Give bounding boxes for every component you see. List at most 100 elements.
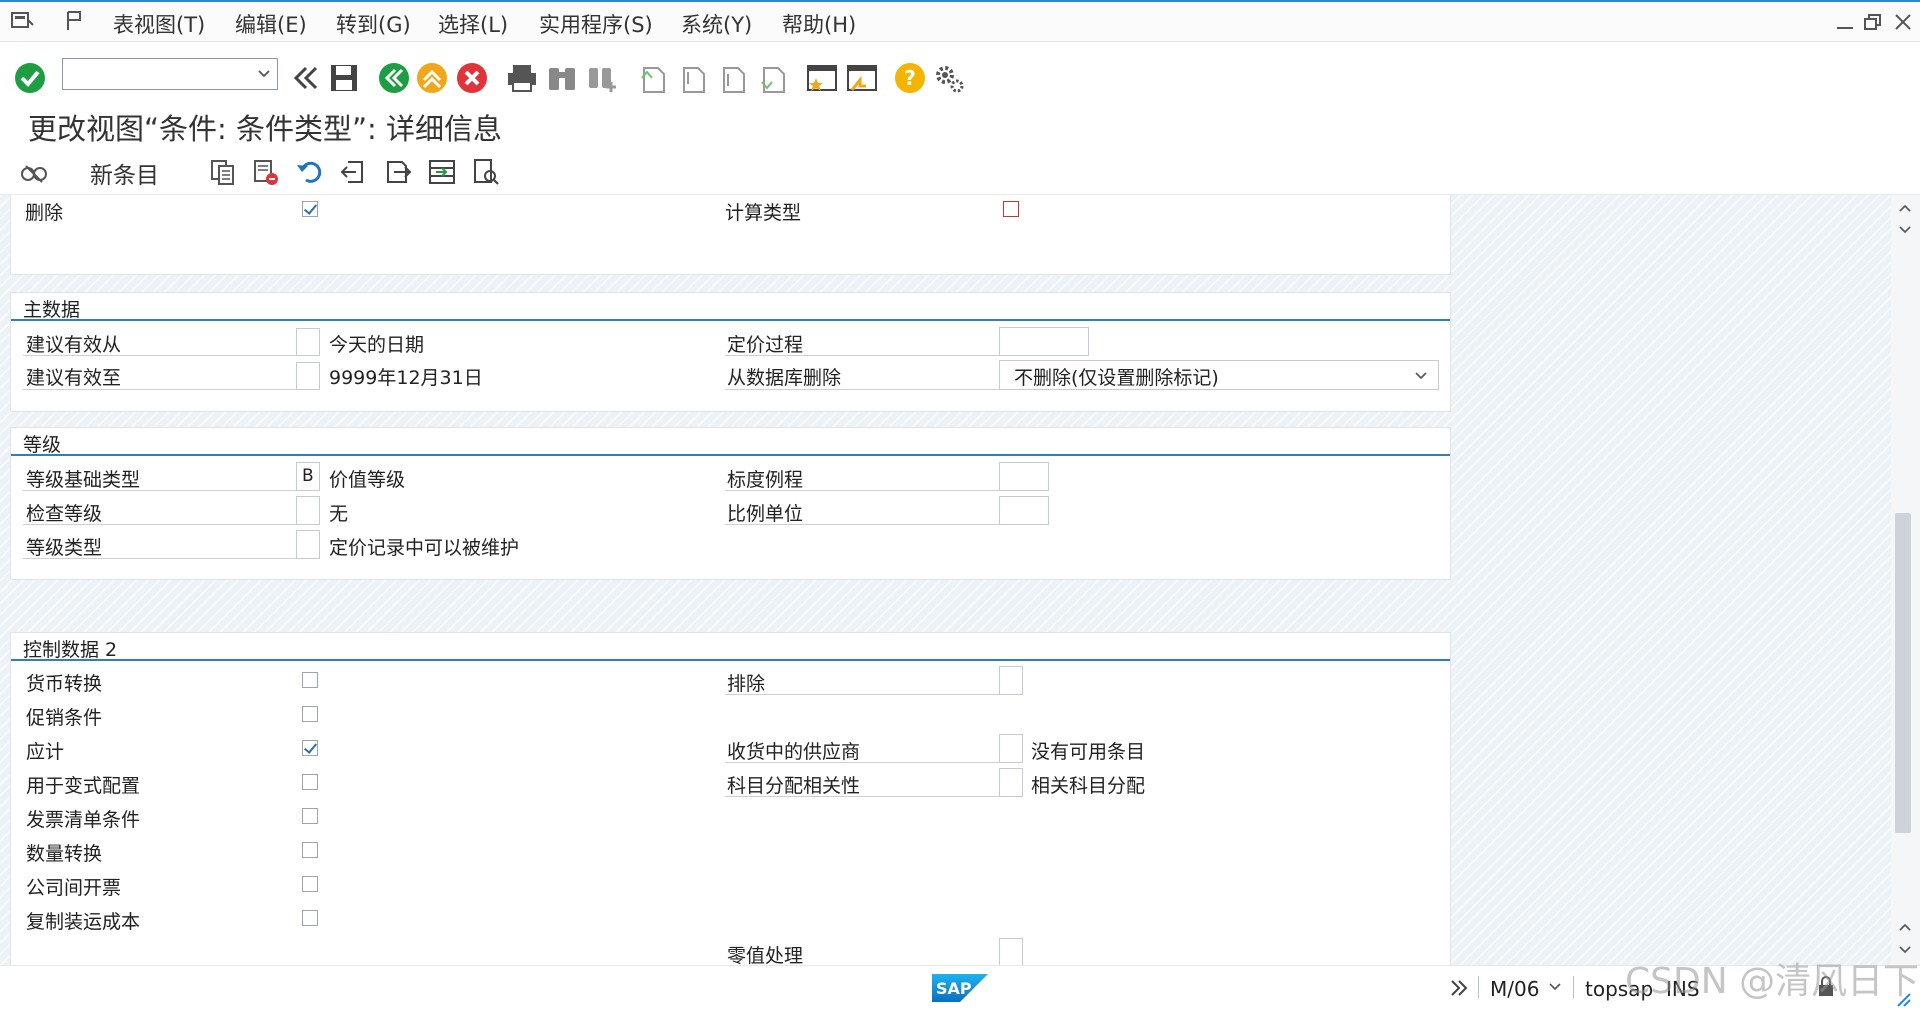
chevron-down-icon[interactable] — [1414, 369, 1428, 383]
exclusion-field[interactable] — [999, 666, 1023, 695]
delete-row-icon[interactable] — [250, 156, 282, 188]
delete-label: 删除 — [25, 202, 64, 224]
transaction-code[interactable]: M/06 — [1490, 977, 1539, 1001]
enter-check-icon[interactable] — [12, 60, 48, 96]
menu-goto[interactable]: 转到(G) — [336, 9, 411, 39]
save-icon[interactable] — [326, 60, 362, 96]
valid-from-field[interactable] — [296, 328, 320, 356]
create-session-icon[interactable] — [804, 60, 840, 96]
scale-unit-field[interactable] — [999, 496, 1049, 525]
check-scale-field[interactable] — [296, 496, 320, 525]
standard-toolbar: ? — [0, 42, 1920, 112]
valid-from-label: 建议有效从 — [26, 334, 122, 356]
new-entries-button[interactable]: 新条目 — [90, 156, 159, 190]
exclusion-label: 排除 — [727, 673, 766, 695]
minimize-icon[interactable] — [1834, 12, 1856, 32]
master-data-heading: 主数据 — [23, 299, 81, 321]
zero-value-label: 零值处理 — [727, 945, 804, 965]
page-up-icon[interactable] — [1898, 922, 1912, 932]
detail-area: 删除 计算类型 主数据 建议有效从 今天的日期 建议有效至 9999年12月31… — [0, 195, 1891, 965]
calc-type-checkbox[interactable] — [1003, 201, 1019, 217]
command-field[interactable] — [62, 58, 278, 90]
control-data-2-header: 控制数据 2 — [11, 633, 1450, 661]
menu-edit[interactable]: 编辑(E) — [235, 9, 307, 39]
calc-type-label: 计算类型 — [725, 202, 802, 224]
delete-from-db-select[interactable]: 不删除(仅设置删除标记) — [999, 360, 1439, 390]
valid-to-text: 9999年12月31日 — [329, 367, 483, 389]
control-data-2-item-checkbox[interactable] — [302, 672, 318, 688]
next-page-icon[interactable] — [714, 60, 750, 96]
undo-icon[interactable] — [294, 156, 326, 188]
exit-icon[interactable] — [414, 60, 450, 96]
control-data-2-item-checkbox[interactable] — [302, 774, 318, 790]
svg-text:SAP: SAP — [936, 979, 972, 998]
label-underline — [725, 762, 1015, 763]
status-separator — [1478, 976, 1479, 998]
find-next-icon[interactable] — [584, 60, 620, 96]
generate-shortcut-icon[interactable] — [844, 60, 880, 96]
svg-text:?: ? — [904, 66, 916, 90]
menu-icon[interactable] — [10, 10, 34, 36]
double-left-icon[interactable] — [288, 60, 324, 96]
details-search-icon[interactable] — [470, 156, 502, 188]
print-icon[interactable] — [504, 60, 540, 96]
page-down-icon[interactable] — [1898, 225, 1912, 235]
control-data-2-item-checkbox[interactable] — [302, 876, 318, 892]
layout-icon[interactable] — [64, 10, 88, 36]
control-data-2-item-label: 数量转换 — [26, 843, 103, 865]
acct-assignment-field[interactable] — [999, 768, 1023, 797]
master-data-header: 主数据 — [11, 293, 1450, 321]
display-change-icon[interactable] — [18, 156, 50, 188]
pricing-procedure-field[interactable] — [999, 327, 1089, 356]
menu-help[interactable]: 帮助(H) — [782, 9, 856, 39]
copy-as-icon[interactable] — [207, 156, 239, 188]
back-icon[interactable] — [376, 60, 412, 96]
control-data-2-item-checkbox[interactable] — [302, 808, 318, 824]
scale-type-field[interactable] — [296, 530, 320, 559]
zero-value-field[interactable] — [999, 938, 1023, 965]
next-entry-icon[interactable] — [382, 156, 414, 188]
expand-status-icon[interactable] — [1448, 977, 1470, 1003]
previous-page-icon[interactable] — [674, 60, 710, 96]
chevron-down-icon[interactable] — [257, 65, 271, 87]
find-icon[interactable] — [544, 60, 580, 96]
scroll-up-icon[interactable] — [1898, 203, 1912, 213]
scale-basis-type-label: 等级基础类型 — [26, 469, 141, 491]
menu-table-view[interactable]: 表视图(T) — [113, 9, 205, 39]
scale-unit-label: 比例单位 — [727, 503, 804, 525]
last-page-icon[interactable] — [754, 60, 790, 96]
valid-to-field[interactable] — [296, 362, 320, 390]
control-data-2-item-checkbox[interactable] — [302, 706, 318, 722]
help-icon[interactable]: ? — [892, 60, 928, 96]
restore-icon[interactable] — [1862, 12, 1884, 32]
first-page-icon[interactable] — [634, 60, 670, 96]
control-data-2-item-label: 货币转换 — [26, 673, 103, 695]
scales-panel: 等级 等级基础类型 B 价值等级 检查等级 无 等级类型 定价记录中可以被维护 … — [10, 427, 1451, 580]
scrollbar-thumb[interactable] — [1895, 513, 1911, 833]
scale-formula-field[interactable] — [999, 462, 1049, 491]
previous-entry-icon[interactable] — [338, 156, 370, 188]
command-input[interactable] — [67, 59, 251, 89]
menu-system[interactable]: 系统(Y) — [681, 9, 752, 39]
label-underline — [23, 524, 306, 525]
cancel-icon[interactable] — [454, 60, 490, 96]
vendor-gr-label: 收货中的供应商 — [727, 741, 861, 763]
control-data-2-item-checkbox[interactable] — [302, 910, 318, 926]
sap-logo-icon: SAP — [932, 974, 988, 1006]
chevron-down-icon[interactable] — [1548, 979, 1562, 999]
delete-checkbox[interactable] — [302, 201, 318, 217]
control-data-2-item-checkbox[interactable] — [302, 842, 318, 858]
menu-utilities[interactable]: 实用程序(S) — [539, 9, 653, 39]
vertical-scrollbar[interactable] — [1891, 195, 1920, 965]
control-data-2-item-checkbox[interactable] — [302, 740, 318, 756]
menu-selection[interactable]: 选择(L) — [438, 9, 508, 39]
control-data-2-item-label: 促销条件 — [26, 707, 103, 729]
vendor-gr-text: 没有可用条目 — [1031, 741, 1146, 763]
close-icon[interactable] — [1892, 12, 1914, 32]
scale-basis-type-field[interactable]: B — [296, 462, 320, 491]
settings-gear-icon[interactable] — [930, 60, 966, 96]
select-all-icon[interactable] — [426, 156, 458, 188]
vendor-gr-field[interactable] — [999, 734, 1023, 763]
page-title: 更改视图“条件: 条件类型”: 详细信息 — [28, 112, 503, 146]
control-data-2-item-label: 复制装运成本 — [26, 911, 141, 933]
